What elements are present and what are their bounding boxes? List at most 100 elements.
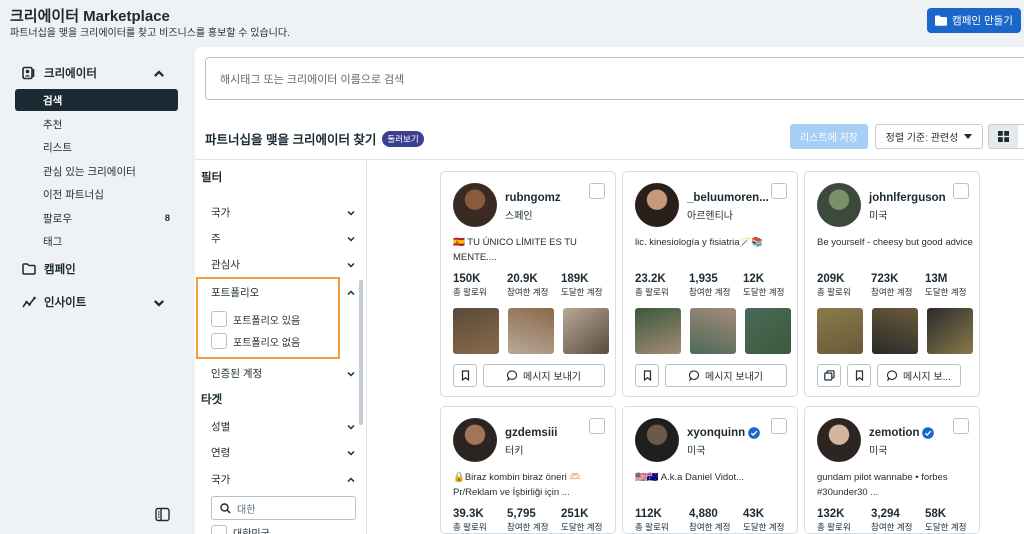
beta-badge: 둘러보기 [382,130,424,147]
sidebar-item-past-partnerships[interactable]: 이전 파트너십 [15,183,178,205]
card-actions: 메시지 보내기 [453,364,605,387]
filter-target-country[interactable]: 국가 [211,472,356,487]
sidebar-item-recommended[interactable]: 추천 [15,113,178,135]
portfolio-thumbnail[interactable] [508,308,554,354]
username-text: _beluumoren... [687,192,769,204]
select-checkbox[interactable] [771,183,787,199]
portfolio-thumbnail[interactable] [745,308,791,354]
sidebar-item-lists[interactable]: 리스트 [15,136,178,158]
portfolio-thumbnail[interactable] [453,308,499,354]
save-to-list-button[interactable]: 리스트에 저장 [790,124,868,149]
checkbox[interactable] [211,333,227,349]
stat-value: 13M [925,273,948,285]
portfolio-thumbnail[interactable] [635,308,681,354]
chevron-up-icon [154,70,164,77]
collapse-sidebar-icon[interactable] [155,507,170,522]
creator-username[interactable]: johnlferguson [869,192,946,204]
sidebar-item-label: 리스트 [43,141,72,154]
sidebar-item-following[interactable]: 팔로우 8 [15,207,178,229]
creator-username[interactable]: rubngomz [505,192,561,204]
sidebar-item-label: 이전 파트너십 [43,188,104,201]
caret-down-icon [964,133,973,139]
message-label: 메시지 보내기 [523,372,581,383]
bookmark-button[interactable] [635,364,659,387]
portfolio-thumbnails [453,308,609,354]
checkbox[interactable] [211,311,227,327]
avatar[interactable] [453,183,497,227]
select-checkbox[interactable] [953,418,969,434]
stat-label: 도달한 계정 [561,287,603,297]
stat-value: 112K [635,508,662,520]
creator-username[interactable]: _beluumoren... [687,192,769,204]
create-campaign-button[interactable]: 캠페인 만들기 [927,8,1021,33]
select-checkbox[interactable] [589,183,605,199]
creator-card[interactable]: _beluumoren... 아르헨티나 lic. kinesiología y… [622,171,798,397]
select-checkbox[interactable] [771,418,787,434]
stat-followers: 23.2K 총 팔로워 [635,273,689,298]
country-search-input[interactable]: 대한 [211,496,356,520]
portfolio-yes-option[interactable]: 포트폴리오 있음 [211,311,300,327]
portfolio-no-option[interactable]: 포트폴리오 없음 [211,333,300,349]
send-message-button[interactable]: 메시지 보내기 [483,364,605,387]
sidebar-group-label: 크리에이터 [44,68,97,80]
list-view-toggle[interactable] [1018,124,1024,149]
sort-dropdown[interactable]: 정렬 기준: 관련성 [875,124,983,149]
page-header: 크리에이터 Marketplace 파트너십을 맺을 크리에이터를 찾고 비즈니… [0,0,1024,47]
creator-card[interactable]: rubngomz 스페인 🇪🇸 TU ÚNICO LÍMITE ES TU ME… [440,171,616,397]
filter-portfolio[interactable]: 포트폴리오 [211,285,356,300]
avatar[interactable] [817,183,861,227]
creator-username[interactable]: xyonquinn [687,427,760,439]
filters-scrollbar[interactable] [359,280,363,425]
portfolio-thumbnail[interactable] [817,308,863,354]
sidebar-item-label: 태그 [43,235,63,248]
creator-card[interactable]: gzdemsiii 터키 🔒Biraz kombin biraz öneri 🫶… [440,406,616,534]
filter-age[interactable]: 연령 [211,445,356,460]
creator-card[interactable]: xyonquinn 미국 🇺🇸🇦🇺 A.k.a Daniel Vidot... … [622,406,798,534]
avatar[interactable] [635,183,679,227]
filter-label: 국가 [211,474,231,486]
filter-gender[interactable]: 성별 [211,419,356,434]
filter-label: 성별 [211,421,231,433]
portfolio-thumbnail[interactable] [563,308,609,354]
avatar[interactable] [635,418,679,462]
portfolio-thumbnails [817,308,973,354]
sidebar-item-label: 팔로우 [43,212,72,225]
stat-followers: 39.3K 총 팔로워 [453,508,507,533]
stat-engaged: 1,935 참여한 계정 [689,273,743,298]
stat-label: 도달한 계정 [925,287,967,297]
avatar[interactable] [453,418,497,462]
select-checkbox[interactable] [953,183,969,199]
stat-label: 참여한 계정 [507,522,549,532]
send-message-button[interactable]: 메시지 보... [877,364,961,387]
creator-username[interactable]: zemotion [869,427,935,439]
filter-state[interactable]: 주 [211,231,356,246]
sidebar-group-insights[interactable]: 인사이트 [22,294,164,310]
bookmark-button[interactable] [453,364,477,387]
stat-label: 도달한 계정 [743,522,785,532]
send-message-button[interactable]: 메시지 보내기 [665,364,787,387]
creator-country: 아르헨티나 [687,211,733,222]
sidebar-item-tags[interactable]: 태그 [15,230,178,252]
sidebar-group-creators[interactable]: 크리에이터 [22,65,164,81]
creator-username[interactable]: gzdemsiii [505,427,557,439]
filter-country[interactable]: 국가 [211,205,356,220]
creator-card[interactable]: johnlferguson 미국 Be yourself - cheesy bu… [804,171,980,397]
stat-value: 4,880 [689,508,718,520]
sidebar-group-campaign[interactable]: 캠페인 [22,261,76,277]
filter-verified[interactable]: 인증된 계정 [211,366,356,381]
portfolio-thumbnail[interactable] [690,308,736,354]
checkbox[interactable] [211,525,227,534]
message-icon [887,370,898,381]
avatar[interactable] [817,418,861,462]
search-input[interactable]: 해시태그 또는 크리에이터 이름으로 검색 [205,57,1024,100]
portfolio-thumbnail[interactable] [872,308,918,354]
portfolio-thumbnail[interactable] [927,308,973,354]
bookmark-button[interactable] [847,364,871,387]
select-checkbox[interactable] [589,418,605,434]
filter-interests[interactable]: 관심사 [211,257,356,272]
sidebar-item-search[interactable]: 검색 [15,89,178,111]
sidebar-item-interested[interactable]: 관심 있는 크리에이터 [15,160,178,182]
copy-button[interactable] [817,364,841,387]
grid-view-toggle[interactable] [988,124,1019,149]
creator-card[interactable]: zemotion 미국 gundam pilot wannabe • forbe… [804,406,980,534]
